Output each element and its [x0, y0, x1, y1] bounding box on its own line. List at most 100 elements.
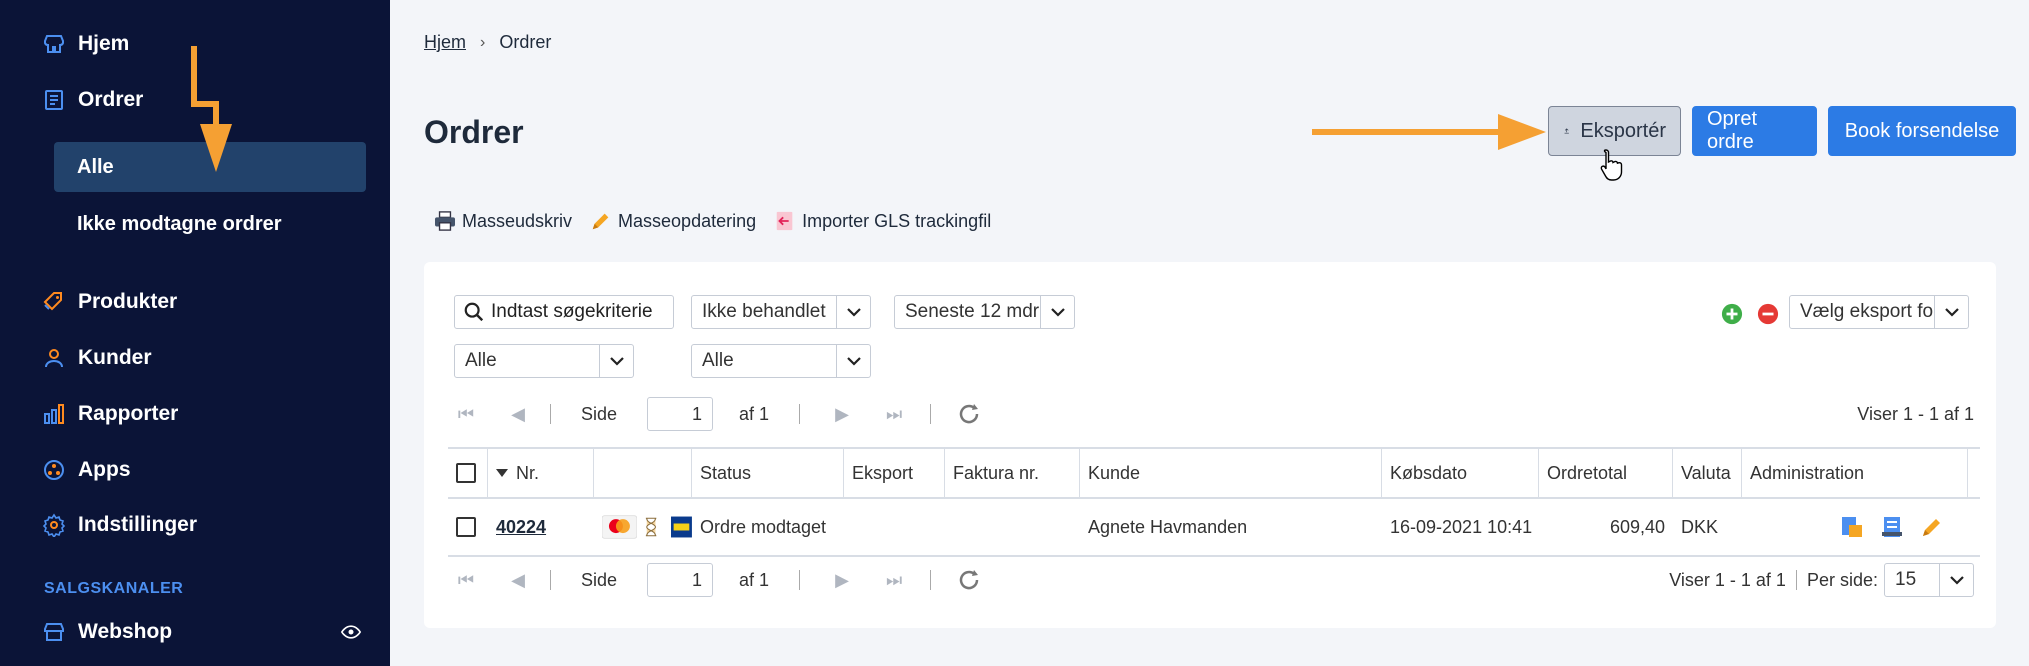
- chevron-right-icon: ›: [480, 33, 486, 51]
- filter-select-a[interactable]: Alle: [454, 344, 634, 378]
- filter-b-value: Alle: [702, 350, 734, 371]
- hourglass-icon: [645, 517, 657, 537]
- sidebar-item-rapporter[interactable]: Rapporter: [42, 394, 178, 434]
- sidebar: Hjem Ordrer Alle Ikke modtagne ordrer Pr…: [0, 0, 390, 666]
- last-page-icon[interactable]: ⏭: [882, 568, 906, 592]
- divider: [799, 570, 801, 590]
- filter-a-value: Alle: [465, 350, 497, 371]
- chevron-down-icon: [1939, 564, 1973, 596]
- sidebar-item-label: Rapporter: [78, 402, 179, 425]
- export-format-select[interactable]: Vælg eksport format: [1789, 295, 1969, 329]
- prev-page-icon[interactable]: ◀: [506, 568, 530, 592]
- import-gls-label: Importer GLS trackingfil: [802, 210, 992, 231]
- select-all-cell: [448, 449, 488, 497]
- create-order-button[interactable]: Opret ordre: [1692, 106, 1817, 156]
- column-valuta[interactable]: Valuta: [1673, 449, 1742, 497]
- kunde-cell: Agnete Havmanden: [1088, 516, 1248, 537]
- sidebar-subitem-label: Alle: [77, 155, 114, 178]
- sidebar-item-label: Hjem: [78, 32, 130, 55]
- annotation-arrow-down: [191, 46, 232, 172]
- sidebar-item-label: Kunder: [78, 346, 152, 369]
- sidebar-item-ordrer[interactable]: Ordrer: [42, 80, 143, 120]
- sidebar-item-indstillinger[interactable]: Indstillinger: [42, 505, 197, 545]
- breadcrumb: Hjem › Ordrer: [424, 32, 551, 53]
- book-shipment-button[interactable]: Book forsendelse: [1828, 106, 2016, 156]
- packing-slip-icon[interactable]: [1840, 515, 1864, 539]
- user-icon: [45, 349, 63, 368]
- sidebar-item-apps[interactable]: Apps: [42, 450, 131, 490]
- add-circle-icon[interactable]: [1721, 303, 1743, 325]
- breadcrumb-link-hjem[interactable]: Hjem: [424, 32, 466, 53]
- column-status[interactable]: Status: [692, 449, 844, 497]
- sidebar-subitem-label: Ikke modtagne ordrer: [77, 212, 282, 235]
- main-content: Hjem › Ordrer Ordrer Eksportér Opret ord…: [390, 0, 2029, 666]
- mastercard-icon: [602, 515, 637, 539]
- sidebar-item-hjem[interactable]: Hjem: [42, 24, 129, 64]
- filter-select-b[interactable]: Alle: [691, 344, 871, 378]
- divider: [550, 404, 551, 424]
- gear-icon: [42, 513, 66, 537]
- sidebar-subitem-ikke-modtagne[interactable]: Ikke modtagne ordrer: [54, 199, 366, 249]
- import-gls-link[interactable]: Importer GLS trackingfil: [774, 210, 991, 232]
- divider: [930, 570, 932, 590]
- divider: [550, 570, 551, 590]
- remove-circle-icon[interactable]: [1757, 303, 1779, 325]
- search-input[interactable]: Indtast søgekriterie: [454, 295, 674, 329]
- invoice-icon[interactable]: [1880, 515, 1904, 539]
- first-page-icon[interactable]: ⏮: [454, 568, 478, 592]
- store-icon: [44, 623, 64, 641]
- divider: [799, 404, 801, 424]
- page-number-input[interactable]: 1: [647, 563, 714, 597]
- eye-icon[interactable]: [340, 622, 362, 642]
- printer-icon: [435, 211, 455, 231]
- refresh-icon[interactable]: [957, 402, 981, 426]
- gls-icon: [671, 516, 692, 538]
- administration-cell: [1742, 499, 1968, 555]
- bar-chart-icon: [44, 404, 64, 424]
- row-checkbox[interactable]: [456, 517, 476, 537]
- apps-icon: [44, 460, 64, 480]
- column-nr[interactable]: Nr.: [488, 449, 594, 497]
- sidebar-item-label: Apps: [78, 458, 131, 481]
- bulk-print-link[interactable]: Masseudskriv: [434, 211, 572, 232]
- column-kunde[interactable]: Kunde: [1080, 449, 1382, 497]
- next-page-icon[interactable]: ▶: [830, 568, 854, 592]
- prev-page-icon[interactable]: ◀: [506, 402, 530, 426]
- search-icon: [464, 302, 484, 322]
- pager-bottom: ⏮ ◀ Side 1 af 1 ▶ ⏭ Viser 1 - 1 af 1 Per…: [454, 562, 1974, 598]
- sidebar-item-webshop[interactable]: Webshop: [42, 612, 362, 652]
- per-page-value: 15: [1895, 569, 1917, 590]
- column-eksport[interactable]: Eksport: [844, 449, 945, 497]
- sidebar-item-kunder[interactable]: Kunder: [42, 338, 152, 378]
- first-page-icon[interactable]: ⏮: [454, 402, 478, 426]
- breadcrumb-current: Ordrer: [499, 32, 552, 52]
- next-page-icon[interactable]: ▶: [830, 402, 854, 426]
- per-page-select[interactable]: 15: [1884, 563, 1974, 597]
- page-number-input[interactable]: 1: [647, 397, 714, 431]
- receipt-icon: [45, 90, 63, 110]
- chevron-down-icon: [836, 296, 870, 328]
- last-page-icon[interactable]: ⏭: [882, 402, 906, 426]
- sidebar-item-label: Webshop: [78, 620, 173, 643]
- annotation-arrow-right: [1312, 114, 1546, 150]
- sidebar-item-produkter[interactable]: Produkter: [42, 282, 177, 322]
- column-ordretotal[interactable]: Ordretotal: [1539, 449, 1673, 497]
- order-number-link[interactable]: 40224: [496, 517, 546, 538]
- valuta-cell: DKK: [1681, 516, 1719, 537]
- divider: [930, 404, 932, 424]
- column-faktura[interactable]: Faktura nr.: [945, 449, 1080, 497]
- status-select[interactable]: Ikke behandlet: [691, 295, 871, 329]
- refresh-icon[interactable]: [957, 568, 981, 592]
- bulk-update-link[interactable]: Masseopdatering: [590, 210, 756, 232]
- order-number-cell: 40224: [488, 499, 594, 555]
- column-kobsdato[interactable]: Købsdato: [1382, 449, 1539, 497]
- select-all-checkbox[interactable]: [456, 463, 476, 483]
- tag-icon: [43, 292, 62, 311]
- pager-of-label: af 1: [739, 403, 770, 424]
- export-format-value: Vælg eksport format: [1800, 301, 1934, 322]
- store-icon: [44, 35, 64, 53]
- sidebar-item-label: Ordrer: [78, 88, 144, 111]
- edit-pencil-icon[interactable]: [1920, 515, 1944, 539]
- period-select[interactable]: Seneste 12 mdr: [894, 295, 1075, 329]
- table-row[interactable]: 40224 Ordre modtaget Agnete Havmanden 16…: [448, 499, 1980, 557]
